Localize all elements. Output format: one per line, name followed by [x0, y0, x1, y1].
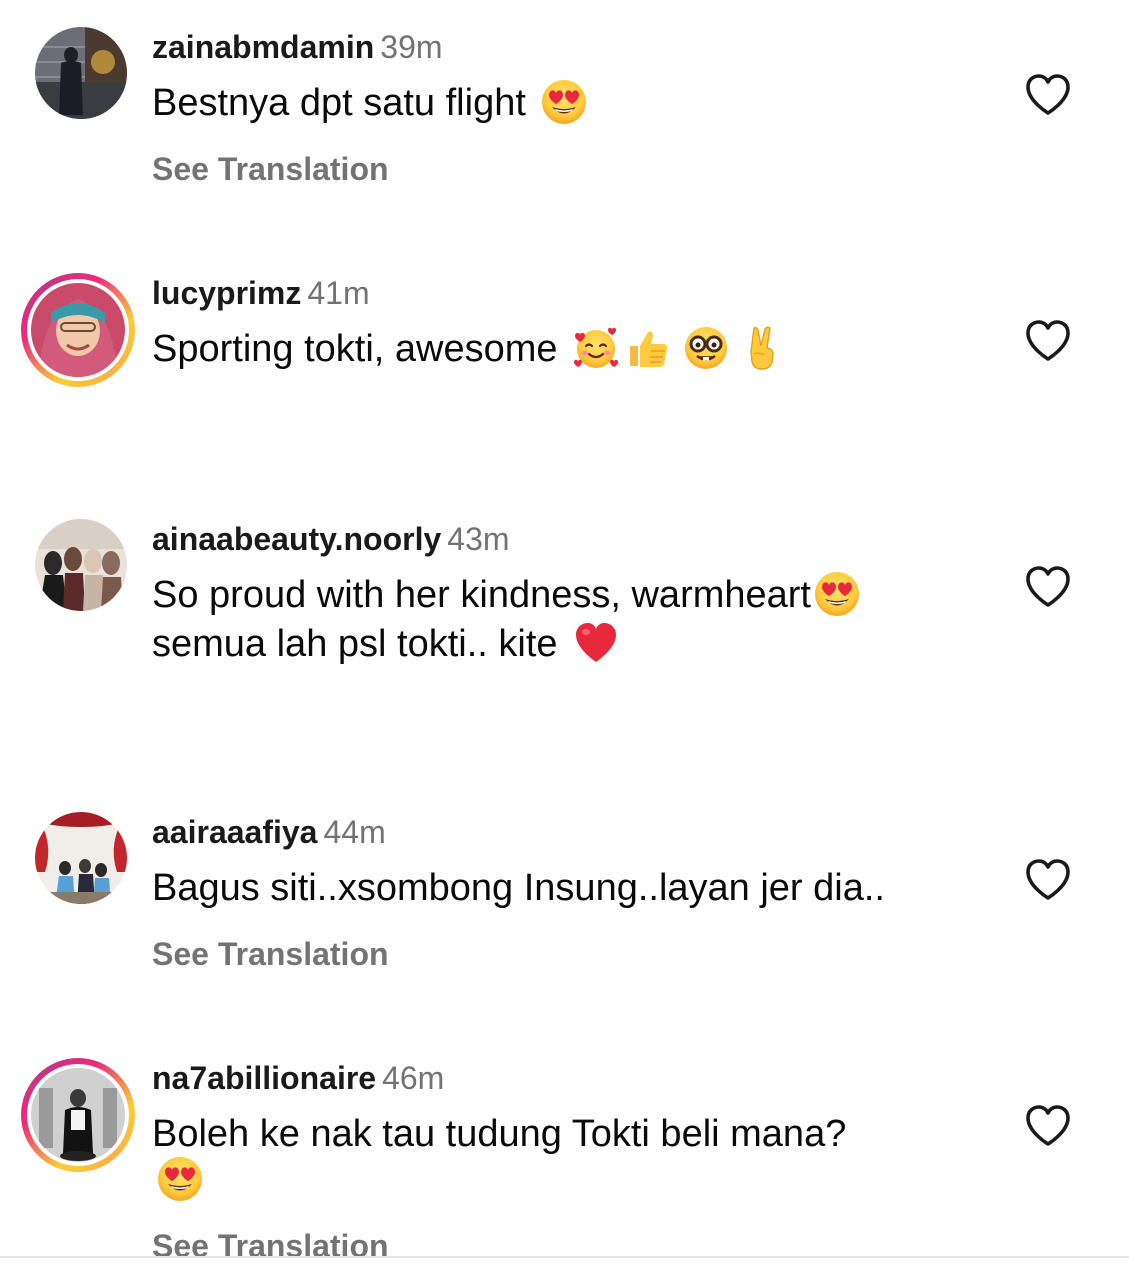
- comment-timestamp: 39m: [380, 29, 443, 65]
- comment-timestamp: 44m: [323, 814, 386, 850]
- red-heart-emoji: [572, 619, 620, 667]
- comment-timestamp: 43m: [447, 521, 510, 557]
- see-translation-button[interactable]: See Translation: [152, 1228, 389, 1264]
- comment-text: Bagus siti..xsombong Insung..layan jer d…: [152, 867, 885, 909]
- avatar-photo: [35, 812, 127, 904]
- like-heart-icon[interactable]: [1024, 319, 1072, 363]
- thumbs-up-emoji: [624, 324, 672, 372]
- nerd-face-emoji: [682, 324, 730, 372]
- avatar[interactable]: [35, 27, 127, 119]
- avatar-photo: [31, 283, 125, 377]
- like-heart-icon[interactable]: [1024, 73, 1072, 117]
- avatar-story-ring[interactable]: [21, 273, 135, 387]
- like-heart-icon[interactable]: [1024, 858, 1072, 902]
- divider: [0, 1256, 1129, 1258]
- like-heart-icon[interactable]: [1024, 1104, 1072, 1148]
- avatar-photo: [31, 1068, 125, 1162]
- comment-text: Boleh ke nak tau tudung Tokti beli mana?: [152, 1113, 847, 1155]
- comment-username[interactable]: na7abillionaire: [152, 1060, 376, 1096]
- avatar-photo: [35, 27, 127, 119]
- comment-text: Bestnya dpt satu flight: [152, 82, 526, 124]
- avatar-photo: [35, 519, 127, 611]
- comment-username[interactable]: aairaaafiya: [152, 814, 317, 850]
- like-heart-icon[interactable]: [1024, 565, 1072, 609]
- comment-username[interactable]: ainaabeauty.noorly: [152, 521, 441, 557]
- comment-username[interactable]: lucyprimz: [152, 275, 301, 311]
- smiling-face-with-hearts-emoji: [572, 324, 620, 372]
- see-translation-button[interactable]: See Translation: [152, 151, 389, 187]
- avatar[interactable]: [35, 519, 127, 611]
- see-translation-button[interactable]: See Translation: [152, 936, 389, 972]
- comment-text: Sporting tokti, awesome: [152, 328, 558, 370]
- avatar: [31, 283, 125, 377]
- comment-text-line-2: semua lah psl tokti.. kite: [152, 622, 558, 665]
- comment-username[interactable]: zainabmdamin: [152, 29, 374, 65]
- comment-timestamp: 41m: [307, 275, 370, 311]
- heart-eyes-emoji: [156, 1155, 204, 1203]
- heart-eyes-emoji: [813, 570, 861, 618]
- avatar[interactable]: [35, 812, 127, 904]
- comment-text-line-1: So proud with her kindness, warmheart: [152, 574, 811, 616]
- heart-eyes-emoji: [540, 78, 588, 126]
- victory-hand-emoji: [738, 324, 786, 372]
- comment-timestamp: 46m: [382, 1060, 445, 1096]
- avatar: [31, 1068, 125, 1162]
- avatar-story-ring[interactable]: [21, 1058, 135, 1172]
